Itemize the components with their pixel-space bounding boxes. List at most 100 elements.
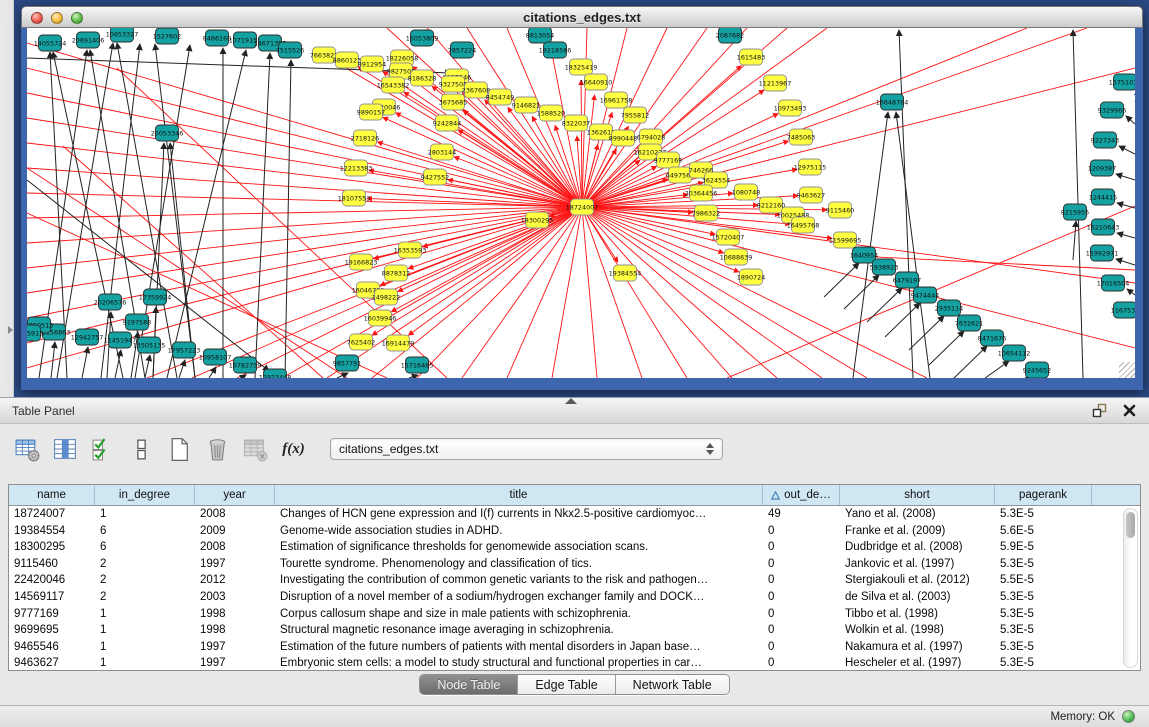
graph-node[interactable]: 8466160 (203, 30, 231, 46)
graph-node[interactable]: 8990448 (609, 130, 637, 146)
graph-node[interactable]: 12213383 (340, 160, 373, 176)
float-panel-icon[interactable] (1092, 403, 1107, 418)
graph-node[interactable]: 8215955 (1061, 204, 1089, 220)
table-row[interactable]: 946554611997Estimation of the future num… (9, 639, 1140, 656)
graph-node[interactable]: 15716485 (401, 357, 434, 373)
function-builder-icon[interactable]: f(x) (280, 436, 307, 463)
graph-node[interactable]: 9245652 (1023, 362, 1051, 378)
graph-node[interactable]: 9427552 (421, 169, 449, 185)
graph-node[interactable]: 16053809 (406, 30, 439, 46)
table-settings-icon[interactable] (14, 436, 41, 463)
graph-node[interactable]: 11599695 (829, 232, 862, 248)
graph-node[interactable]: 7485063 (787, 129, 815, 145)
graph-node[interactable]: 6479197 (893, 272, 921, 288)
graph-node[interactable]: 7955812 (621, 107, 649, 123)
graph-node[interactable]: 2935114 (935, 300, 963, 316)
graph-node[interactable]: 19166823 (345, 254, 378, 270)
graph-node[interactable]: 7625402 (347, 334, 375, 350)
graph-node[interactable]: 10958107 (199, 349, 232, 365)
graph-node[interactable]: 9115460 (826, 202, 854, 218)
graph-node[interactable]: 12975115 (794, 159, 827, 175)
graph-node[interactable]: 9329966 (1098, 102, 1126, 118)
panel-collapse-arrow-icon[interactable] (8, 326, 13, 334)
column-header-name[interactable]: name (9, 485, 95, 505)
column-header-short[interactable]: short (840, 485, 995, 505)
table-row[interactable]: 911546021997Tourette syndrome. Phenomeno… (9, 556, 1140, 573)
graph-node[interactable]: 18724007 (566, 199, 599, 215)
graph-node[interactable]: 17359924 (139, 289, 172, 305)
graph-node[interactable]: 1498222 (372, 289, 400, 305)
column-header-year[interactable]: year (195, 485, 275, 505)
table-row[interactable]: 1872400712008Changes of HCN gene express… (9, 506, 1140, 523)
column-header-title[interactable]: title (275, 485, 763, 505)
graph-node[interactable]: 9777169 (654, 152, 682, 168)
graph-node[interactable]: 2803144 (428, 144, 456, 160)
graph-node[interactable]: 1244415 (1089, 189, 1117, 205)
new-table-icon[interactable] (166, 436, 193, 463)
graph-node[interactable]: 20364456 (685, 185, 718, 201)
graph-node[interactable]: 1615483 (737, 49, 765, 65)
graph-node[interactable]: 16640910 (580, 74, 613, 90)
graph-node[interactable]: 9474444 (911, 287, 939, 303)
table-select-dropdown[interactable]: citations_edges.txt (330, 438, 723, 460)
graph-node[interactable]: 7632621 (955, 315, 983, 331)
network-window-titlebar[interactable]: citations_edges.txt (21, 6, 1143, 28)
network-window[interactable]: citations_edges.txt 18724007766382288601… (21, 6, 1143, 390)
window-resize-grip[interactable] (1119, 362, 1135, 378)
graph-node[interactable]: 10654112 (998, 345, 1031, 361)
graph-node[interactable]: 7986322 (692, 205, 720, 221)
graph-node[interactable]: 9227343 (1091, 132, 1119, 148)
graph-node[interactable]: 3675685 (439, 94, 467, 110)
graph-node[interactable]: 11213967 (759, 75, 792, 91)
tab-node-table[interactable]: Node Table (420, 675, 518, 694)
graph-node[interactable]: 11451947 (104, 332, 137, 348)
select-rows-check-icon[interactable] (90, 436, 117, 463)
delete-table-icon[interactable] (204, 436, 231, 463)
graph-node[interactable]: 2087682 (716, 28, 744, 43)
graph-node[interactable]: 7515526 (276, 42, 304, 58)
table-row[interactable]: 2242004622012Investigating the contribut… (9, 572, 1140, 589)
graph-node[interactable]: 10973493 (774, 100, 807, 116)
column-header-out_de[interactable]: out_de… (763, 485, 840, 505)
graph-node[interactable]: 18300295 (521, 212, 554, 228)
graph-node[interactable]: 8454749 (486, 89, 514, 105)
graph-node[interactable]: 9857791 (333, 355, 361, 371)
graph-node[interactable]: 9463627 (797, 187, 825, 203)
graph-node[interactable]: 9890157 (357, 104, 385, 120)
zoom-window-button[interactable] (71, 12, 83, 24)
graph-node[interactable]: 9242844 (433, 115, 461, 131)
graph-node[interactable]: 7857224 (448, 42, 476, 58)
table-row[interactable]: 1456911722003Disruption of a novel membe… (9, 589, 1140, 606)
graph-node[interactable]: 8471676 (978, 330, 1006, 346)
graph-node[interactable]: 8878312 (382, 265, 410, 281)
network-canvas[interactable]: 1872400776638228860123891295418226058982… (27, 28, 1135, 378)
close-window-button[interactable] (31, 12, 43, 24)
graph-node[interactable]: 13505135 (133, 337, 166, 353)
table-panel-header[interactable]: Table Panel (0, 397, 1149, 424)
graph-node[interactable]: 16961758 (600, 92, 633, 108)
graph-node[interactable]: 10688639 (720, 249, 753, 265)
graph-node[interactable]: 12942757 (71, 329, 104, 345)
tab-network-table[interactable]: Network Table (616, 675, 729, 694)
graph-node[interactable]: 17016504 (1097, 275, 1130, 291)
minimize-window-button[interactable] (51, 12, 63, 24)
graph-node[interactable]: 8186328 (408, 70, 436, 86)
graph-node[interactable]: 1527602 (153, 28, 181, 44)
table-row[interactable]: 1938455462009Genome-wide association stu… (9, 523, 1140, 540)
split-pane-grip[interactable] (565, 398, 577, 404)
graph-node[interactable]: 1080748 (732, 184, 760, 200)
graph-node[interactable]: 9197588 (123, 314, 151, 330)
scrollbar-thumb[interactable] (1126, 512, 1135, 538)
table-vertical-scrollbar[interactable] (1123, 508, 1138, 668)
table-row[interactable]: 969969511998Structural magnetic resonanc… (9, 622, 1140, 639)
select-columns-icon[interactable] (52, 436, 79, 463)
table-row[interactable]: 1830029562008Estimation of significance … (9, 539, 1140, 556)
graph-node[interactable]: 20053346 (151, 125, 184, 141)
column-header-pagerank[interactable]: pagerank (995, 485, 1092, 505)
graph-node[interactable]: 12923448 (259, 369, 292, 378)
graph-node[interactable]: 6794028 (637, 129, 665, 145)
graph-node[interactable]: 2718126 (351, 130, 379, 146)
graph-node[interactable]: 16914479 (382, 335, 415, 351)
graph-node[interactable]: 8912954 (358, 56, 386, 72)
graph-node[interactable]: 16782759 (229, 357, 262, 373)
